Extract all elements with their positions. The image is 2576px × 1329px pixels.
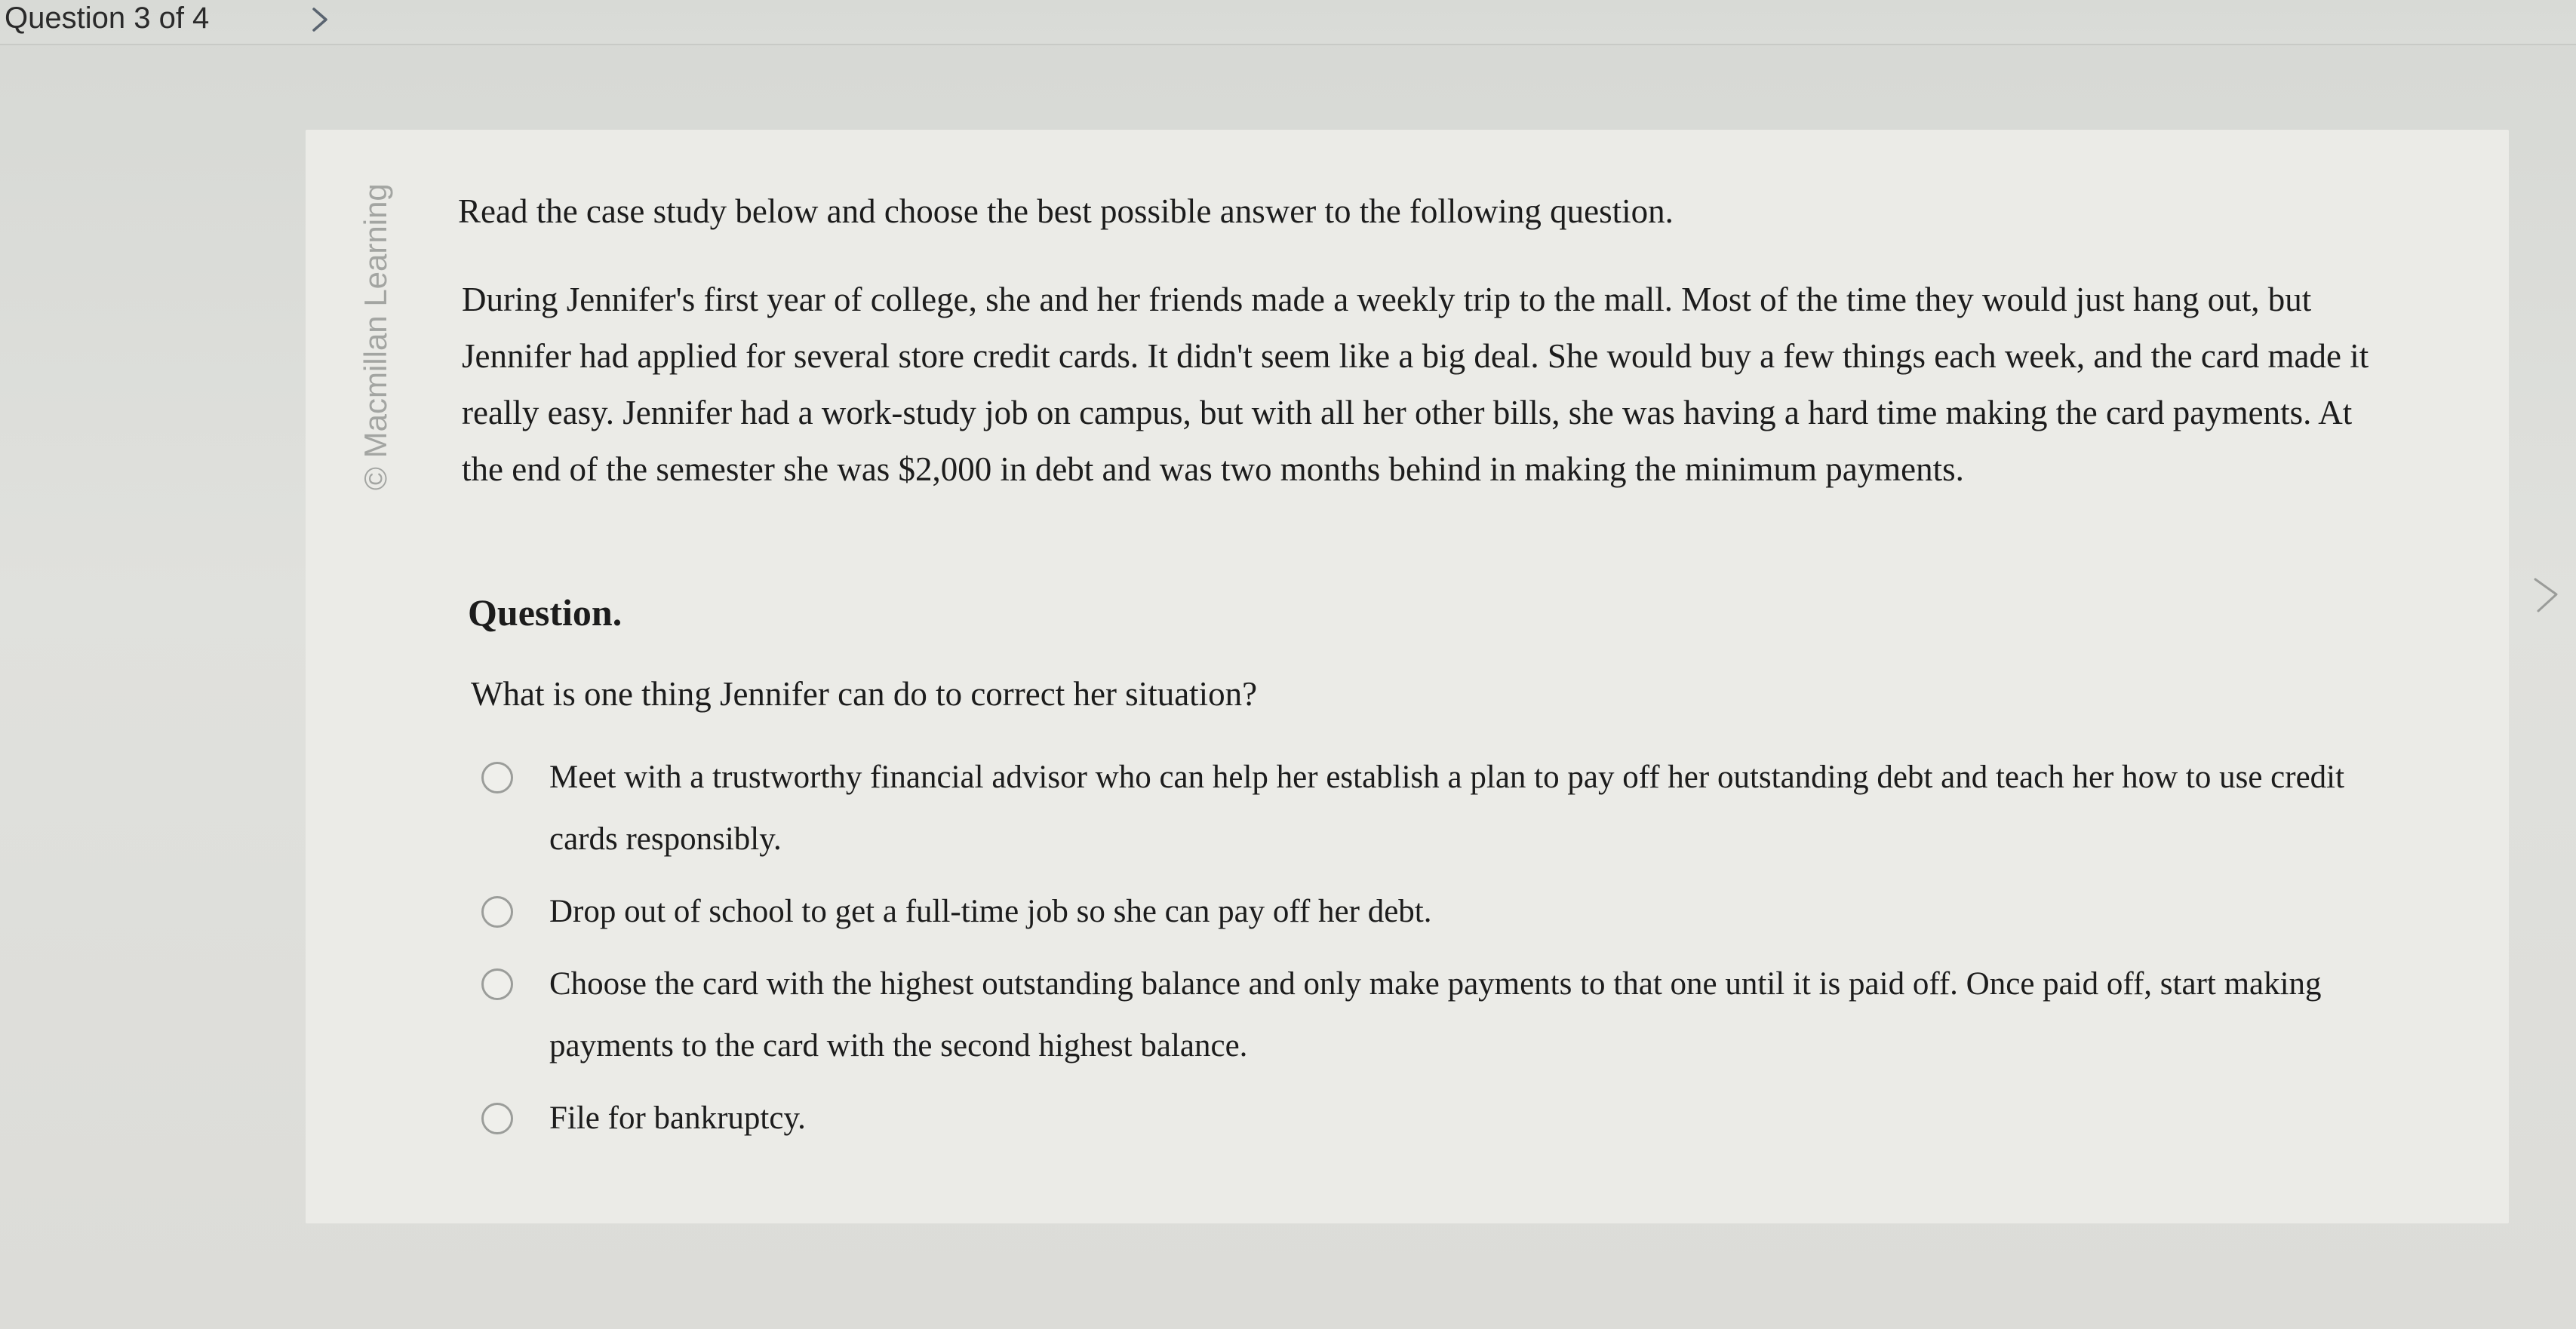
chevron-right-icon[interactable]: [305, 5, 335, 35]
question-counter: Question 3 of 4: [5, 2, 210, 35]
answer-option-label: File for bankruptcy.: [549, 1100, 806, 1136]
instruction-text: Read the case study below and choose the…: [458, 192, 1674, 230]
answer-option-3[interactable]: Choose the card with the highest outstan…: [477, 953, 2408, 1077]
answer-option-label: Meet with a trustworthy financial adviso…: [549, 760, 2345, 857]
question-prompt: What is one thing Jennifer can do to cor…: [471, 675, 1258, 713]
cursor-arrow-icon: [2534, 578, 2558, 612]
answer-options: Meet with a trustworthy financial adviso…: [477, 747, 2408, 1149]
answer-option-4[interactable]: File for bankruptcy.: [477, 1088, 2408, 1149]
radio-button[interactable]: [481, 1103, 513, 1134]
answer-option-label: Choose the card with the highest outstan…: [549, 966, 2322, 1064]
radio-button[interactable]: [481, 762, 513, 793]
answer-option-2[interactable]: Drop out of school to get a full-time jo…: [477, 881, 2408, 943]
answer-option-label: Drop out of school to get a full-time jo…: [549, 894, 1432, 929]
answer-option-1[interactable]: Meet with a trustworthy financial adviso…: [477, 747, 2408, 870]
case-study-text: During Jennifer's first year of college,…: [462, 281, 2369, 488]
question-heading: Question.: [468, 591, 622, 634]
copyright-watermark: © Macmillan Learning: [358, 183, 393, 490]
radio-button[interactable]: [481, 968, 513, 1000]
radio-button[interactable]: [481, 896, 513, 928]
